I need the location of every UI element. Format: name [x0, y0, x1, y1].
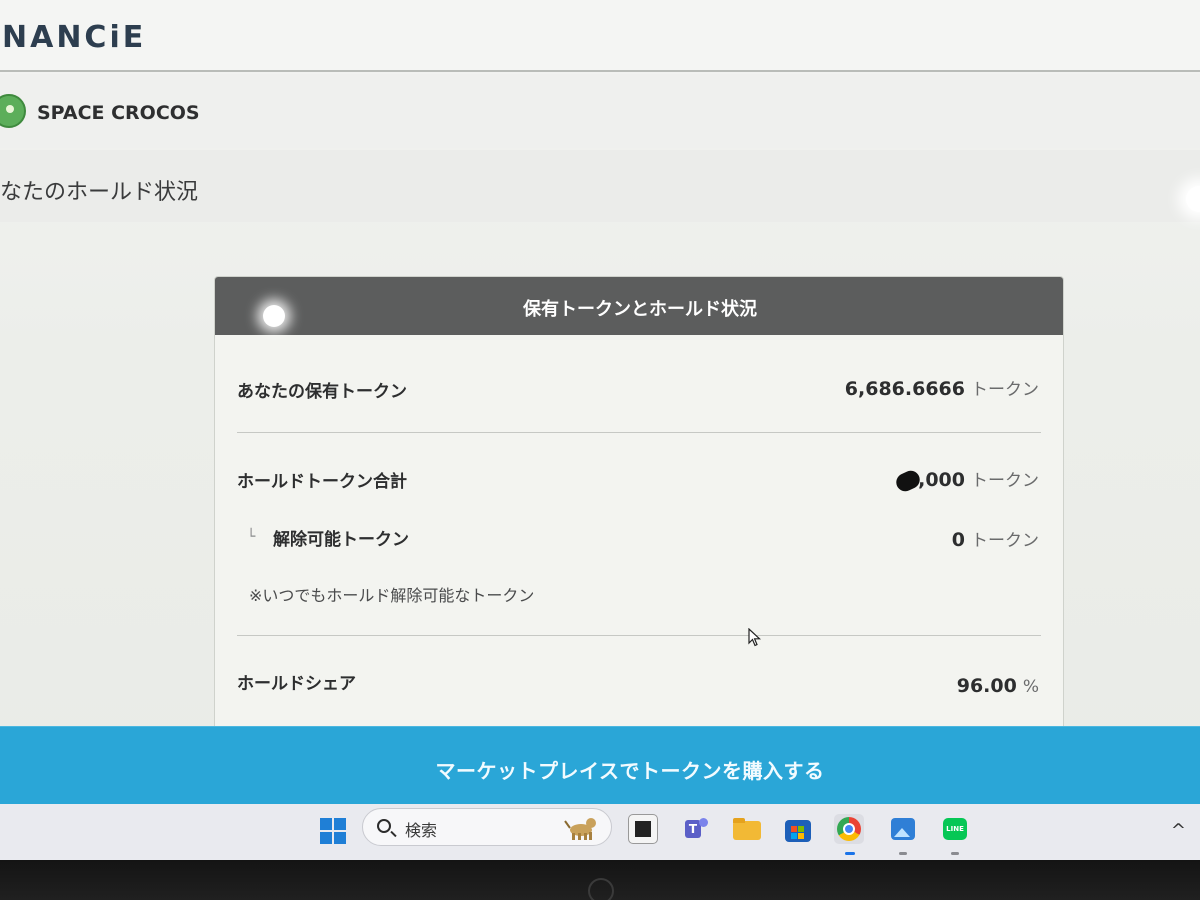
hold-share-value: 96.00%	[957, 675, 1039, 697]
releasable-tokens-label: 解除可能トークン	[273, 530, 409, 550]
buy-tokens-button-label: マーケットプレイスでトークンを購入する	[435, 759, 825, 783]
releasable-tokens-value: 0 トークン	[952, 526, 1039, 551]
card-title: 保有トークンとホールド状況	[523, 299, 757, 320]
row-divider	[237, 635, 1041, 636]
line-running-indicator	[951, 852, 959, 855]
sub-item-prefix: └	[247, 529, 256, 545]
releasable-tokens-unit: トークン	[971, 531, 1039, 551]
owned-tokens-label: あなたの保有トークン	[237, 382, 407, 402]
line-icon[interactable]: LINE	[940, 814, 970, 844]
holdings-card: 保有トークンとホールド状況 あなたの保有トークン 6,686.6666 トークン …	[214, 276, 1064, 746]
teams-icon[interactable]: T	[681, 814, 711, 844]
buy-tokens-button[interactable]: マーケットプレイスでトークンを購入する	[0, 726, 1200, 804]
file-explorer-icon[interactable]	[732, 814, 762, 844]
hold-total-value: ,000 トークン	[893, 466, 1039, 495]
releasable-note: ※いつでもホールド解除可能なトークン	[249, 586, 535, 605]
windows-taskbar: 検索 T LINE ^	[0, 804, 1200, 860]
releasable-tokens-number: 0	[951, 529, 965, 551]
microsoft-store-icon[interactable]	[783, 814, 813, 844]
hold-share-label: ホールドシェア	[237, 674, 356, 694]
page-heading-bar: なたのホールド状況	[0, 150, 1200, 222]
browser-screen: NANCiE SPACE CROCOS なたのホールド状況 保有トークンとホール…	[0, 0, 1200, 900]
hold-total-unit: トークン	[971, 471, 1039, 491]
site-logo[interactable]: NANCiE	[2, 20, 146, 55]
owned-tokens-value: 6,686.6666 トークン	[845, 375, 1039, 400]
hold-share-unit: %	[1022, 677, 1039, 697]
task-view-icon[interactable]	[628, 814, 658, 844]
project-avatar[interactable]	[0, 94, 26, 128]
search-placeholder: 検索	[405, 821, 438, 840]
chrome-active-indicator	[845, 852, 855, 855]
hold-total-number: ,000	[918, 469, 965, 491]
owned-tokens-unit: トークン	[971, 380, 1039, 400]
chrome-icon[interactable]	[834, 814, 864, 844]
hold-share-number: 96.00	[956, 675, 1017, 697]
card-header: 保有トークンとホールド状況	[215, 277, 1063, 335]
search-highlight-dog-icon	[564, 818, 596, 840]
project-name[interactable]: SPACE CROCOS	[37, 102, 200, 124]
windows-start-icon[interactable]	[320, 818, 346, 844]
site-header: NANCiE	[0, 0, 1200, 72]
tray-chevron-up-icon[interactable]: ^	[1171, 820, 1186, 841]
mouse-cursor-icon	[748, 628, 762, 647]
owned-tokens-number: 6,686.6666	[844, 378, 965, 400]
photos-running-indicator	[899, 852, 907, 855]
taskbar-search-box[interactable]: 検索	[362, 808, 612, 846]
monitor-bezel	[0, 860, 1200, 900]
hp-logo-icon	[588, 878, 614, 900]
row-divider	[237, 432, 1041, 433]
photos-icon[interactable]	[888, 814, 918, 844]
screen-glare	[263, 305, 285, 327]
hold-total-label: ホールドトークン合計	[237, 472, 407, 492]
project-bar: SPACE CROCOS	[0, 74, 1200, 148]
page-title: なたのホールド状況	[0, 180, 199, 205]
search-icon	[377, 819, 391, 833]
